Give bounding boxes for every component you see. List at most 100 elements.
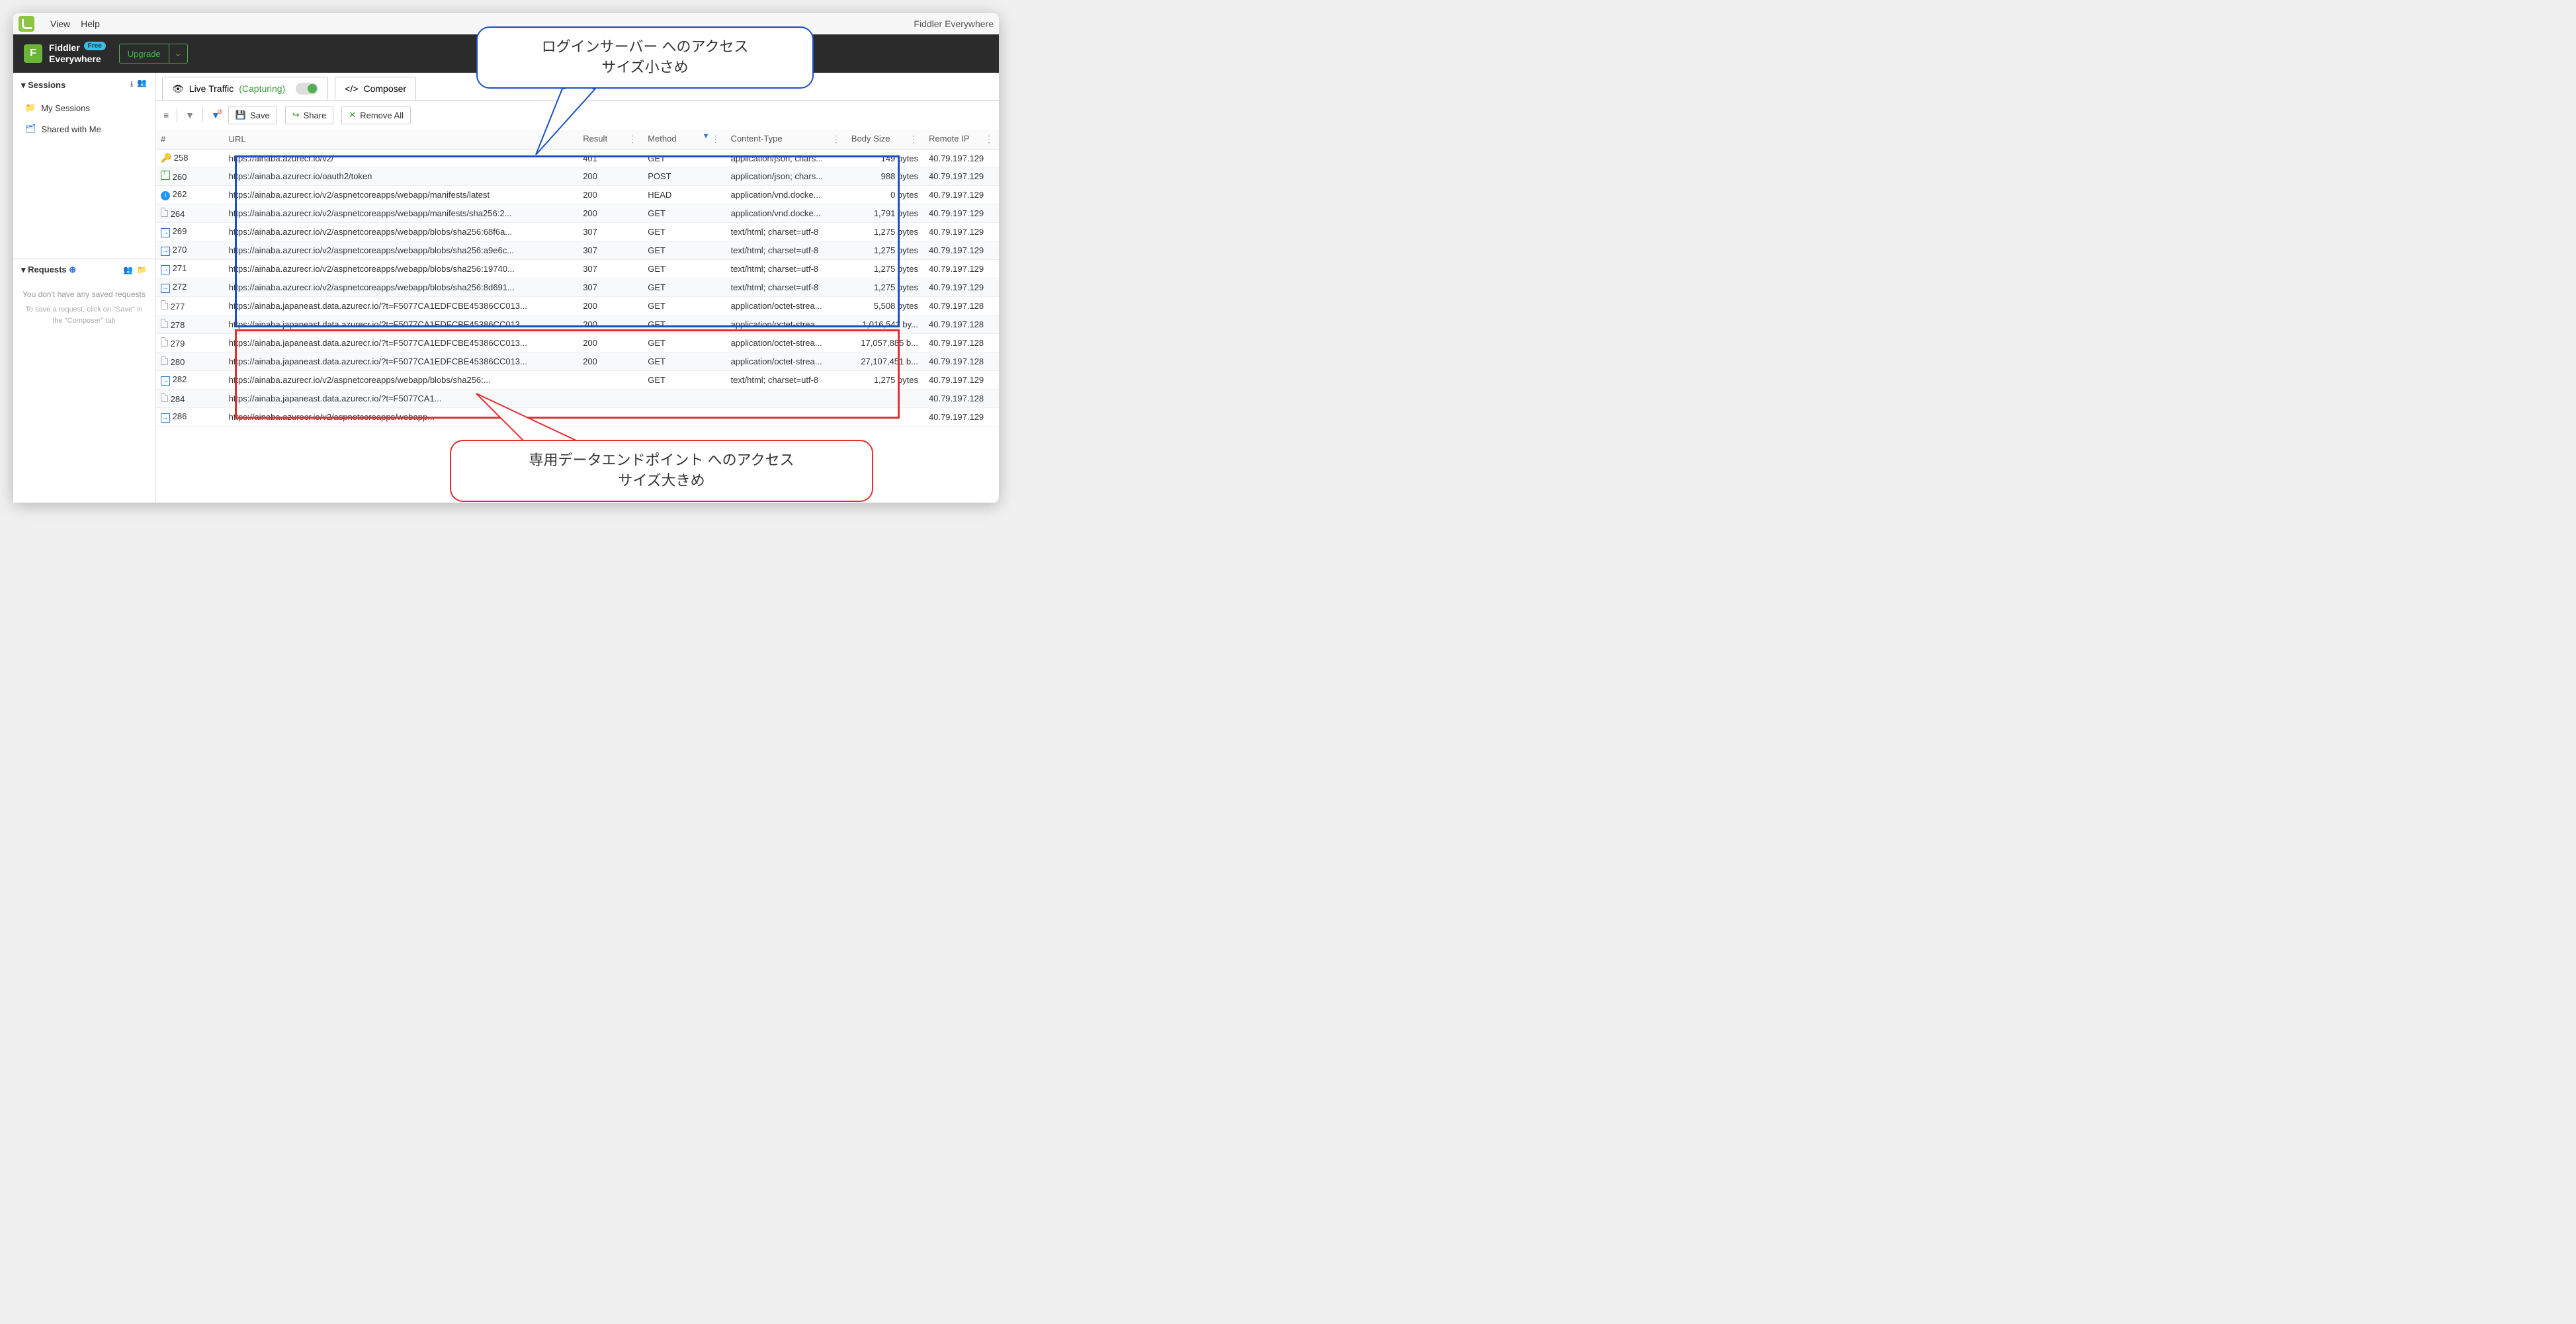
cell-method: GET [642,315,725,334]
save-button[interactable]: 💾Save [228,106,277,124]
download-icon[interactable]: ⭳ [130,78,133,92]
cell-remote-ip: 40.79.197.129 [923,204,999,223]
cell-remote-ip: 40.79.197.128 [923,297,999,315]
cell-number: 279 [155,334,224,352]
cell-content-type: text/html; charset=utf-8 [726,223,846,241]
cell-remote-ip: 40.79.197.129 [923,223,999,241]
cell-body-size: 149 bytes [846,149,923,167]
plus-icon[interactable]: ⊕ [69,265,76,274]
cell-number: 278 [155,315,224,334]
sidebar-item-shared[interactable]: 🗂 Shared with Me [13,118,155,140]
cell-method: GET [642,149,725,167]
sessions-section[interactable]: ▾ Sessions ⭳ 👥 [13,73,155,97]
cell-content-type: application/octet-strea... [726,297,846,315]
share-label: Share [304,110,327,120]
cell-body-size: 1,275 bytes [846,371,923,390]
cell-url: https://ainaba.azurecr.io/oauth2/token [224,167,578,186]
tab-live-traffic[interactable]: 👁 Live Traffic (Capturing) [162,77,328,100]
cell-body-size: 1,275 bytes [846,241,923,260]
remove-all-button[interactable]: ✕Remove All [341,106,411,124]
table-row[interactable]: 277https://ainaba.japaneast.data.azurecr… [155,297,999,315]
callout-red: 専用データエンドポイント へのアクセス サイズ大きめ [450,440,873,502]
cell-remote-ip: 40.79.197.128 [923,352,999,371]
users-icon[interactable]: 👥 [123,265,133,274]
cell-content-type: application/vnd.docke... [726,204,846,223]
table-row[interactable]: 278https://ainaba.japaneast.data.azurecr… [155,315,999,334]
remove-label: Remove All [360,110,404,120]
add-folder-icon[interactable]: 📁 [137,265,147,274]
filter-active-icon[interactable]: ▼ [703,132,710,140]
table-row[interactable]: → 270https://ainaba.azurecr.io/v2/aspnet… [155,241,999,260]
code-icon: </> [345,83,358,94]
menu-help[interactable]: Help [81,19,100,29]
capturing-label: (Capturing) [239,83,285,94]
cell-number: i 262 [155,186,224,204]
cell-number: → 269 [155,223,224,241]
table-row[interactable]: → 272https://ainaba.azurecr.io/v2/aspnet… [155,278,999,297]
capture-toggle[interactable] [296,83,318,95]
tab-composer[interactable]: </> Composer [335,77,416,100]
table-row[interactable]: → 271https://ainaba.azurecr.io/v2/aspnet… [155,260,999,278]
col-remote-ip[interactable]: Remote IP⋮ [923,130,999,149]
requests-header[interactable]: ▾ Requests ⊕ 👥 📁 [13,259,155,280]
cell-number: → 272 [155,278,224,297]
cell-result: 200 [578,334,642,352]
callout-blue-tail [523,89,602,168]
shared-folder-icon: 🗂 [25,124,36,134]
cell-body-size: 1,791 bytes [846,204,923,223]
filter-icon[interactable]: ▼ [185,110,194,120]
cell-method [642,390,725,408]
col-number[interactable]: # [155,130,224,149]
sessions-table[interactable]: # URL Result⋮ Method▼⋮ Content-Type⋮ Bod… [155,130,999,427]
cell-body-size: 1,275 bytes [846,278,923,297]
cell-method: GET [642,352,725,371]
cell-content-type [726,408,846,427]
cell-number: → 286 [155,408,224,427]
cell-method: GET [642,260,725,278]
upgrade-button[interactable]: Upgrade ⌄ [119,44,188,63]
window-title: Fiddler Everywhere [914,19,994,29]
cell-url: https://ainaba.azurecr.io/v2/aspnetcorea… [224,260,578,278]
requests-empty-help: You don't have any saved requests To sav… [13,280,155,334]
chevron-down-icon[interactable]: ⌄ [169,44,187,63]
table-row[interactable]: → 269https://ainaba.azurecr.io/v2/aspnet… [155,223,999,241]
cell-url: https://ainaba.azurecr.io/v2/aspnetcorea… [224,241,578,260]
filter-clear-icon[interactable]: ▼⊘ [211,110,220,120]
share-icon: ↪ [292,110,300,120]
cell-result: 307 [578,260,642,278]
cell-body-size: 1,016,541 by... [846,315,923,334]
col-body-size[interactable]: Body Size⋮ [846,130,923,149]
brand-line2: Everywhere [49,54,101,64]
cell-url: https://ainaba.japaneast.data.azurecr.io… [224,352,578,371]
cell-content-type: text/html; charset=utf-8 [726,278,846,297]
stream-icon[interactable]: ≡ [163,110,169,120]
users-icon[interactable]: 👥 [137,78,147,92]
col-method[interactable]: Method▼⋮ [642,130,725,149]
save-icon: 💾 [236,110,246,120]
cell-body-size [846,390,923,408]
eye-icon: 👁 [172,83,184,95]
cell-method: GET [642,371,725,390]
cell-number: 280 [155,352,224,371]
brand-name: FiddlerFree Everywhere [49,42,106,65]
cell-method [642,408,725,427]
sidebar: ▾ Sessions ⭳ 👥 📁 My Sessions 🗂 Shared wi… [13,73,155,503]
table-row[interactable]: 264https://ainaba.azurecr.io/v2/aspnetco… [155,204,999,223]
col-content-type[interactable]: Content-Type⋮ [726,130,846,149]
sidebar-item-my-sessions[interactable]: 📁 My Sessions [13,97,155,118]
cell-body-size: 27,107,451 b... [846,352,923,371]
table-row[interactable]: 260https://ainaba.azurecr.io/oauth2/toke… [155,167,999,186]
requests-label: Requests [28,265,67,274]
table-row[interactable]: 280https://ainaba.japaneast.data.azurecr… [155,352,999,371]
cell-result: 200 [578,167,642,186]
table-row[interactable]: 279https://ainaba.japaneast.data.azurecr… [155,334,999,352]
brand-line1: Fiddler [49,42,80,53]
table-row[interactable]: i 262https://ainaba.azurecr.io/v2/aspnet… [155,186,999,204]
cell-remote-ip: 40.79.197.129 [923,278,999,297]
cell-result: 307 [578,278,642,297]
cell-number: 284 [155,390,224,408]
share-button[interactable]: ↪ Share [285,106,334,124]
cell-url: https://ainaba.japaneast.data.azurecr.io… [224,315,578,334]
cell-body-size: 17,057,885 b... [846,334,923,352]
menu-view[interactable]: View [50,19,70,29]
